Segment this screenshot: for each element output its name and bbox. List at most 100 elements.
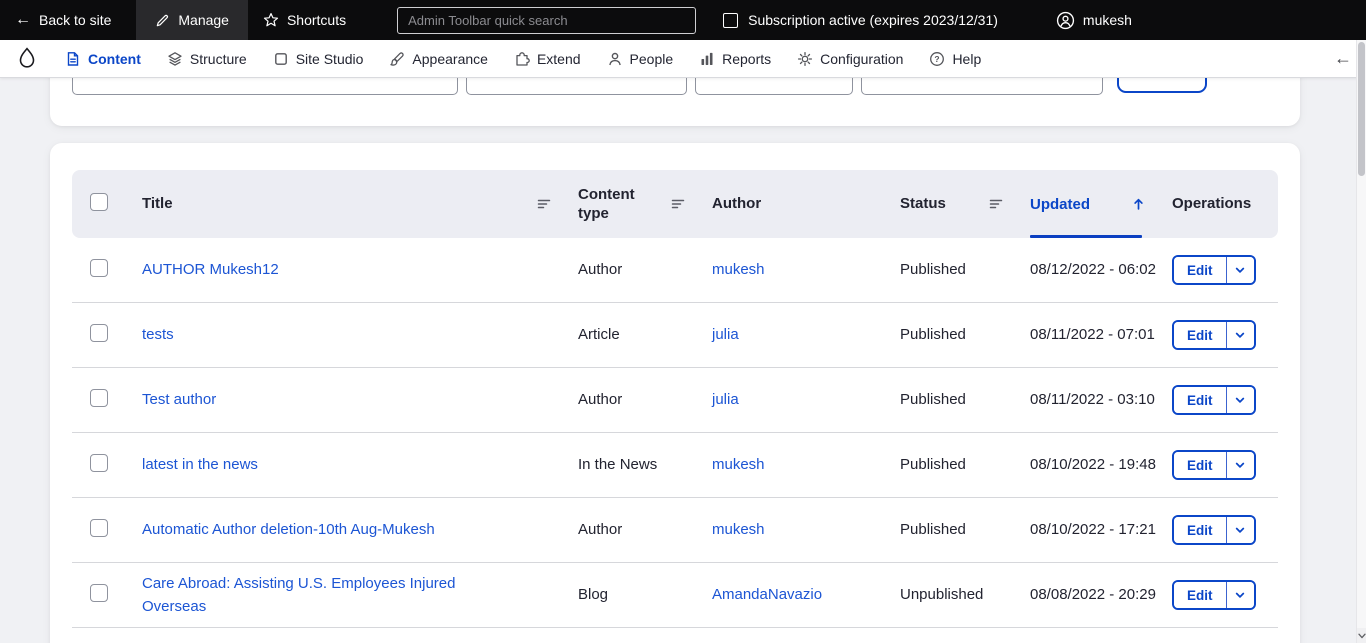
table-row: AUTHOR Mukesh12 Author mukesh Published … xyxy=(72,238,1278,303)
table-header-row: Title Content type Author Status Updated… xyxy=(72,170,1278,238)
row-status: Published xyxy=(900,391,966,409)
column-header-status[interactable]: Status xyxy=(900,194,1030,214)
sort-icon[interactable] xyxy=(536,196,552,212)
admin-toolbar: ← Back to site Manage Shortcuts Subscrip… xyxy=(0,0,1366,40)
filter-input-2[interactable] xyxy=(466,78,687,95)
row-author-link[interactable]: mukesh xyxy=(712,261,765,278)
filter-input-1[interactable] xyxy=(72,78,458,95)
row-updated: 08/11/2022 - 03:10 xyxy=(1030,391,1155,409)
content-area: Title Content type Author Status Updated… xyxy=(0,78,1366,643)
row-author-link[interactable]: mukesh xyxy=(712,456,765,473)
table-body: AUTHOR Mukesh12 Author mukesh Published … xyxy=(72,238,1278,628)
sort-icon[interactable] xyxy=(670,196,686,212)
edit-dropdown-toggle[interactable] xyxy=(1225,452,1254,478)
column-header-updated[interactable]: Updated xyxy=(1030,170,1172,238)
back-to-site-button[interactable]: ← Back to site xyxy=(0,0,126,40)
menu-label-configuration: Configuration xyxy=(820,50,904,67)
sort-icon[interactable] xyxy=(988,196,1004,212)
menu-label-people: People xyxy=(629,50,674,67)
edit-button[interactable]: Edit xyxy=(1174,517,1226,543)
row-title-link[interactable]: tests xyxy=(142,326,174,343)
menu-item-configuration[interactable]: Configuration xyxy=(784,40,916,78)
edit-dropdown-toggle[interactable] xyxy=(1225,257,1254,283)
row-content-type: Author xyxy=(578,261,623,279)
edit-dropdown-toggle[interactable] xyxy=(1225,387,1254,413)
menu-item-structure[interactable]: Structure xyxy=(154,40,260,78)
row-author-link[interactable]: mukesh xyxy=(712,521,765,538)
table-row: Care Abroad: Assisting U.S. Employees In… xyxy=(72,563,1278,628)
site-studio-icon xyxy=(273,51,289,67)
column-header-title[interactable]: Title xyxy=(142,194,578,214)
edit-button[interactable]: Edit xyxy=(1174,387,1226,413)
svg-text:?: ? xyxy=(935,54,940,64)
row-author-link[interactable]: julia xyxy=(712,391,739,408)
edit-button[interactable]: Edit xyxy=(1174,322,1226,348)
column-header-author[interactable]: Author xyxy=(712,194,900,214)
row-title-link[interactable]: latest in the news xyxy=(142,456,258,473)
people-icon xyxy=(607,51,623,67)
table-row: Test author Author julia Published 08/11… xyxy=(72,368,1278,433)
row-checkbox[interactable] xyxy=(90,454,108,472)
select-all-checkbox[interactable] xyxy=(90,193,108,211)
user-menu[interactable]: mukesh xyxy=(1056,11,1132,30)
menu-label-help: Help xyxy=(952,50,982,67)
row-checkbox[interactable] xyxy=(90,259,108,277)
edit-button[interactable]: Edit xyxy=(1174,452,1226,478)
column-header-operations: Operations xyxy=(1172,194,1278,214)
scrollbar-thumb[interactable] xyxy=(1358,42,1365,176)
content-icon xyxy=(65,51,81,67)
row-checkbox[interactable] xyxy=(90,324,108,342)
menu-item-people[interactable]: People xyxy=(594,40,687,78)
row-title-link[interactable]: Automatic Author deletion-10th Aug-Mukes… xyxy=(142,521,435,538)
filter-card xyxy=(50,78,1300,126)
row-checkbox[interactable] xyxy=(90,584,108,602)
edit-dropdown-toggle[interactable] xyxy=(1225,582,1254,608)
row-checkbox[interactable] xyxy=(90,389,108,407)
filter-button[interactable] xyxy=(1117,78,1207,93)
edit-dropdown-toggle[interactable] xyxy=(1225,517,1254,543)
admin-search-input[interactable] xyxy=(397,6,697,34)
row-content-type: Blog xyxy=(578,586,609,604)
admin-menu: Content Structure Site Studio Appearance xyxy=(0,40,1366,78)
row-content-type: Author xyxy=(578,391,623,409)
table-row: tests Article julia Published 08/11/2022… xyxy=(72,303,1278,368)
drupal-logo-icon[interactable] xyxy=(14,46,40,72)
subscription-status: Subscription active (expires 2023/12/31) xyxy=(723,12,998,28)
manage-tab[interactable]: Manage xyxy=(136,0,248,40)
manage-label: Manage xyxy=(178,12,229,28)
subscription-checkbox[interactable] xyxy=(723,12,739,28)
help-icon: ? xyxy=(929,51,945,67)
row-title-link[interactable]: Test author xyxy=(142,391,216,408)
row-author-link[interactable]: julia xyxy=(712,326,739,343)
vertical-scrollbar[interactable] xyxy=(1356,40,1366,643)
filter-input-4[interactable] xyxy=(861,78,1103,95)
row-checkbox[interactable] xyxy=(90,519,108,537)
menu-item-appearance[interactable]: Appearance xyxy=(376,40,501,78)
menu-label-appearance: Appearance xyxy=(412,50,488,67)
row-title-link[interactable]: Care Abroad: Assisting U.S. Employees In… xyxy=(142,575,456,615)
edit-button[interactable]: Edit xyxy=(1174,257,1226,283)
menu-item-content[interactable]: Content xyxy=(52,40,154,78)
row-status: Published xyxy=(900,261,966,279)
menu-label-extend: Extend xyxy=(536,50,581,67)
edit-split-button: Edit xyxy=(1172,450,1256,480)
structure-icon xyxy=(167,51,183,67)
edit-dropdown-toggle[interactable] xyxy=(1225,322,1254,348)
row-content-type: Author xyxy=(578,521,623,539)
menu-item-help[interactable]: ? Help xyxy=(916,40,994,78)
scrollbar-down-button[interactable] xyxy=(1357,628,1366,643)
shortcuts-tab[interactable]: Shortcuts xyxy=(248,0,361,40)
back-arrow-icon: ← xyxy=(15,11,31,28)
menu-label-content: Content xyxy=(88,50,141,67)
drupal-admin-screen: ← Back to site Manage Shortcuts Subscrip… xyxy=(0,0,1366,643)
menu-item-extend[interactable]: Extend xyxy=(501,40,594,78)
edit-button[interactable]: Edit xyxy=(1174,582,1226,608)
filter-input-3[interactable] xyxy=(695,78,853,95)
row-author-link[interactable]: AmandaNavazio xyxy=(712,586,822,603)
menu-label-structure: Structure xyxy=(189,50,247,67)
menu-item-site-studio[interactable]: Site Studio xyxy=(260,40,377,78)
menu-item-reports[interactable]: Reports xyxy=(686,40,784,78)
column-header-content-type[interactable]: Content type xyxy=(578,185,712,224)
row-title-link[interactable]: AUTHOR Mukesh12 xyxy=(142,261,279,278)
sort-asc-arrow-icon[interactable] xyxy=(1131,196,1146,212)
